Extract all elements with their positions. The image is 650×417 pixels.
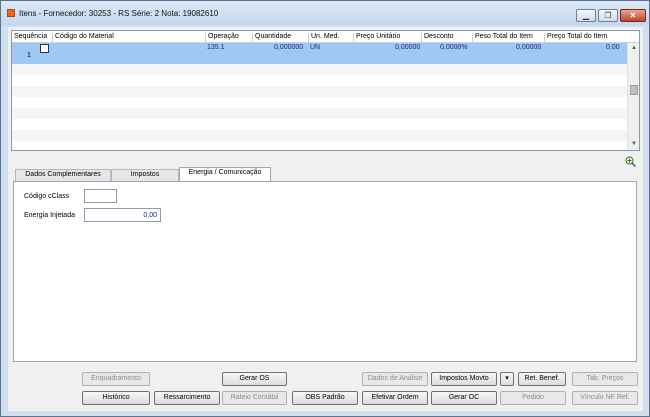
col-operacao[interactable]: Operação (205, 33, 239, 43)
grid-vertical-scrollbar[interactable]: ▲ ▼ (627, 43, 639, 150)
cell-sequencia: 1 (27, 52, 31, 59)
cell-desconto: 0,0000% (440, 44, 468, 51)
col-peso-total[interactable]: Peso Total do Item (472, 33, 533, 43)
row-checkbox[interactable] (40, 44, 49, 53)
scroll-up-arrow-icon[interactable]: ▲ (628, 43, 639, 54)
tab-impostos[interactable]: Impostos (111, 169, 179, 181)
cell-preco-unitario: 0,00000 (395, 44, 421, 51)
cclass-input[interactable] (84, 189, 117, 203)
ret-benef-button[interactable]: Ret. Benef. (518, 372, 566, 386)
efetivar-ordem-button[interactable]: Efetivar Ordem (362, 391, 428, 405)
grid-header: Sequência Código do Material Operação Qu… (12, 31, 639, 43)
tab-dados-complementares[interactable]: Dados Complementares (15, 169, 111, 181)
historico-button[interactable]: Histórico (82, 391, 150, 405)
impostos-movto-button[interactable]: Impostos Movto (431, 372, 497, 386)
empty-row (12, 86, 628, 97)
empty-row (12, 64, 628, 75)
vinculo-nf-ref-button[interactable]: Vínculo NF Ref. (572, 391, 638, 405)
empty-row (12, 108, 628, 119)
col-preco-total[interactable]: Preço Total do Item (544, 33, 607, 43)
obs-padrao-button[interactable]: OBS Padrão (292, 391, 358, 405)
cclass-label: Código cClass (24, 193, 70, 200)
empty-row (12, 119, 628, 130)
tab-panel-energia: Código cClass Energia Injetada 0,00 (13, 181, 637, 362)
cell-quantidade: 0,000000 (274, 44, 304, 51)
cell-preco-total: 0,00 (606, 44, 620, 51)
scroll-down-arrow-icon[interactable]: ▼ (628, 139, 639, 150)
empty-row (12, 75, 628, 86)
empty-row (12, 97, 628, 108)
items-window: Itens - Fornecedor: 30253 - RS Série: 2 … (0, 0, 650, 417)
col-sequencia[interactable]: Sequência (12, 33, 47, 43)
table-row[interactable]: 1 135.1 0,000000 UN 0,00000 0,0000% 0,00… (12, 43, 628, 64)
ressarcimento-button[interactable]: Ressarcimento (154, 391, 220, 405)
items-grid[interactable]: Sequência Código do Material Operação Qu… (11, 30, 640, 151)
col-codigo-material[interactable]: Código do Material (52, 33, 114, 43)
rateio-contabil-button[interactable]: Rateio Contábil (222, 391, 287, 405)
col-un-med[interactable]: Un. Med. (308, 33, 339, 43)
empty-row (12, 130, 628, 141)
title-bar[interactable]: Itens - Fornecedor: 30253 - RS Série: 2 … (1, 1, 649, 25)
gerar-os-button[interactable]: Gerar OS (222, 372, 287, 386)
cell-operacao: 135.1 (207, 44, 225, 51)
window-title: Itens - Fornecedor: 30253 - RS Série: 2 … (19, 9, 219, 18)
dados-analise-button[interactable]: Dados de Análise (362, 372, 428, 386)
tab-precos-button[interactable]: Tab. Preços (572, 372, 638, 386)
client-area: Sequência Código do Material Operação Qu… (8, 27, 643, 411)
gerar-oc-button[interactable]: Gerar OC (431, 391, 497, 405)
tab-energia-comunicacao[interactable]: Energia / Comunicação (179, 167, 271, 181)
cell-un-med: UN (310, 44, 321, 51)
cell-peso-total: 0,00000 (516, 44, 542, 51)
zoom-in-icon[interactable] (625, 156, 636, 167)
energia-injetada-label: Energia Injetada (24, 212, 75, 219)
scroll-thumb[interactable] (630, 85, 638, 95)
col-preco-unitario[interactable]: Preço Unitário (353, 33, 400, 43)
minimize-button[interactable]: ▁ (576, 9, 596, 22)
close-button[interactable]: ✕ (620, 9, 646, 22)
pedido-button[interactable]: Pedido (500, 391, 566, 405)
maximize-button[interactable]: ❐ (598, 9, 618, 22)
col-quantidade[interactable]: Quantidade (252, 33, 291, 43)
col-desconto[interactable]: Desconto (421, 33, 454, 43)
tab-strip: Dados Complementares Impostos Energia / … (15, 167, 615, 181)
enquadramento-button[interactable]: Enquadramento (82, 372, 150, 386)
energia-injetada-input[interactable]: 0,00 (84, 208, 161, 222)
app-icon (7, 9, 15, 17)
more-options-dropdown-icon[interactable]: ▾ (500, 372, 514, 386)
